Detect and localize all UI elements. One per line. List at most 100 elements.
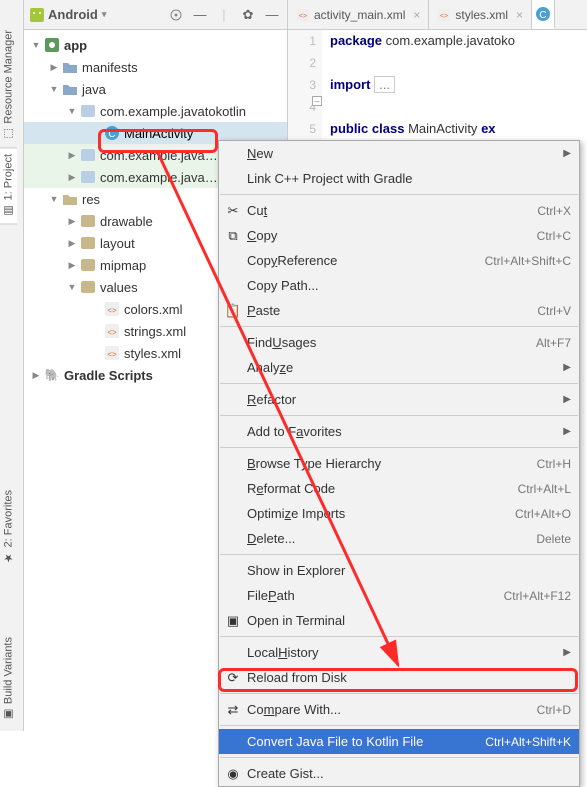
menu-copy-reference[interactable]: Copy ReferenceCtrl+Alt+Shift+C — [219, 248, 579, 273]
cut-icon: ✂ — [225, 203, 241, 219]
android-icon — [30, 8, 44, 22]
menu-delete[interactable]: Delete...Delete — [219, 526, 579, 551]
menu-optimize-imports[interactable]: Optimize ImportsCtrl+Alt+O — [219, 501, 579, 526]
svg-text:<>: <> — [107, 328, 117, 337]
menu-file-path[interactable]: File PathCtrl+Alt+F12 — [219, 583, 579, 608]
expand-icon[interactable]: ▼ — [66, 105, 78, 117]
menu-cut[interactable]: ✂CutCtrl+X — [219, 198, 579, 223]
expand-icon[interactable]: ▶ — [66, 237, 78, 249]
menu-copy-path[interactable]: Copy Path... — [219, 273, 579, 298]
menu-browse-hierarchy[interactable]: Browse Type HierarchyCtrl+H — [219, 451, 579, 476]
menu-convert-kotlin[interactable]: Convert Java File to Kotlin FileCtrl+Alt… — [219, 729, 579, 754]
menu-create-gist[interactable]: ◉Create Gist... — [219, 761, 579, 786]
module-icon — [44, 37, 60, 53]
expand-icon[interactable]: ▶ — [66, 259, 78, 271]
folder-icon — [80, 257, 96, 273]
submenu-icon: ▶ — [563, 647, 571, 658]
github-icon: ◉ — [225, 766, 241, 782]
expand-icon[interactable]: ▼ — [30, 39, 42, 51]
menu-reformat[interactable]: Reformat CodeCtrl+Alt+L — [219, 476, 579, 501]
package-icon — [80, 147, 96, 163]
xml-icon: <> — [104, 323, 120, 339]
editor-gutter: 12345 — [288, 30, 322, 150]
folder-icon — [62, 59, 78, 75]
menu-new[interactable]: NNewew▶ — [219, 141, 579, 166]
tree-node-package[interactable]: ▼ com.example.javatokotlin — [24, 100, 287, 122]
tree-view-selector[interactable]: Android ▾ — [30, 7, 106, 22]
menu-compare-with[interactable]: ⇄Compare With...Ctrl+D — [219, 697, 579, 722]
submenu-icon: ▶ — [563, 394, 571, 405]
paste-icon: 📋 — [225, 303, 241, 319]
tab-class-active[interactable]: C — [532, 0, 555, 29]
separator: | — [215, 6, 233, 24]
xml-icon: <> — [296, 8, 310, 22]
side-tab-strip: ⬚Resource Manager ▤1: Project ★2: Favori… — [0, 0, 24, 731]
tab-favorites[interactable]: ★2: Favorites — [0, 484, 17, 570]
menu-separator — [220, 693, 578, 694]
horizontal-split-icon[interactable]: — — [191, 6, 209, 24]
close-icon[interactable]: × — [413, 8, 420, 22]
menu-refactor[interactable]: Refactor▶ — [219, 387, 579, 412]
expand-icon[interactable]: ▶ — [48, 61, 60, 73]
tree-toolbar: Android ▾ — | ✿ — — [24, 0, 287, 30]
hide-icon[interactable]: — — [263, 6, 281, 24]
menu-find-usages[interactable]: Find UsagesAlt+F7 — [219, 330, 579, 355]
menu-copy[interactable]: ⧉CopyCtrl+C — [219, 223, 579, 248]
submenu-icon: ▶ — [563, 148, 571, 159]
expand-icon[interactable]: ▶ — [30, 369, 42, 381]
tree-node-app[interactable]: ▼ app — [24, 34, 287, 56]
svg-text:<>: <> — [440, 13, 448, 20]
tab-activity-main[interactable]: <> activity_main.xml × — [288, 0, 429, 29]
expand-icon[interactable]: ▼ — [48, 83, 60, 95]
menu-separator — [220, 415, 578, 416]
menu-separator — [220, 725, 578, 726]
menu-link-cpp[interactable]: Link C++ Project with Gradle — [219, 166, 579, 191]
editor-content[interactable]: package com.example.javatoko import ... … — [322, 30, 587, 150]
menu-separator — [220, 757, 578, 758]
menu-open-terminal[interactable]: ▣Open in Terminal — [219, 608, 579, 633]
folder-icon — [80, 213, 96, 229]
menu-analyze[interactable]: Analyze▶ — [219, 355, 579, 380]
class-icon: C — [536, 7, 550, 21]
annotation-box — [98, 129, 218, 153]
menu-separator — [220, 194, 578, 195]
submenu-icon: ▶ — [563, 362, 571, 373]
submenu-icon: ▶ — [563, 426, 571, 437]
expand-icon[interactable]: ▼ — [48, 193, 60, 205]
menu-separator — [220, 447, 578, 448]
annotation-box — [218, 668, 578, 692]
package-icon — [80, 103, 96, 119]
tree-node-manifests[interactable]: ▶ manifests — [24, 56, 287, 78]
fold-icon[interactable]: – — [312, 96, 322, 106]
svg-text:<>: <> — [299, 13, 307, 20]
tab-build-variants[interactable]: ▣Build Variants — [0, 631, 17, 727]
menu-separator — [220, 326, 578, 327]
menu-add-favorites[interactable]: Add to Favorites▶ — [219, 419, 579, 444]
menu-show-explorer[interactable]: Show in Explorer — [219, 558, 579, 583]
menu-local-history[interactable]: Local History▶ — [219, 640, 579, 665]
xml-icon: <> — [104, 301, 120, 317]
folder-icon — [62, 81, 78, 97]
copy-icon: ⧉ — [225, 228, 241, 244]
tab-project[interactable]: ▤1: Project — [0, 147, 17, 224]
target-icon[interactable] — [167, 6, 185, 24]
menu-separator — [220, 554, 578, 555]
folder-icon — [80, 279, 96, 295]
svg-text:<>: <> — [107, 306, 117, 315]
close-icon[interactable]: × — [516, 8, 523, 22]
svg-text:C: C — [539, 10, 546, 21]
folder-icon — [80, 235, 96, 251]
gear-icon[interactable]: ✿ — [239, 6, 257, 24]
xml-icon: <> — [104, 345, 120, 361]
expand-icon[interactable]: ▶ — [66, 215, 78, 227]
expand-icon[interactable]: ▶ — [66, 171, 78, 183]
package-icon — [80, 169, 96, 185]
expand-icon[interactable]: ▶ — [66, 149, 78, 161]
tree-node-java[interactable]: ▼ java — [24, 78, 287, 100]
tab-styles[interactable]: <> styles.xml × — [429, 0, 532, 29]
folder-icon — [62, 191, 78, 207]
terminal-icon: ▣ — [225, 613, 241, 629]
menu-paste[interactable]: 📋PasteCtrl+V — [219, 298, 579, 323]
expand-icon[interactable]: ▼ — [66, 281, 78, 293]
tab-resource-manager[interactable]: ⬚Resource Manager — [0, 24, 17, 147]
